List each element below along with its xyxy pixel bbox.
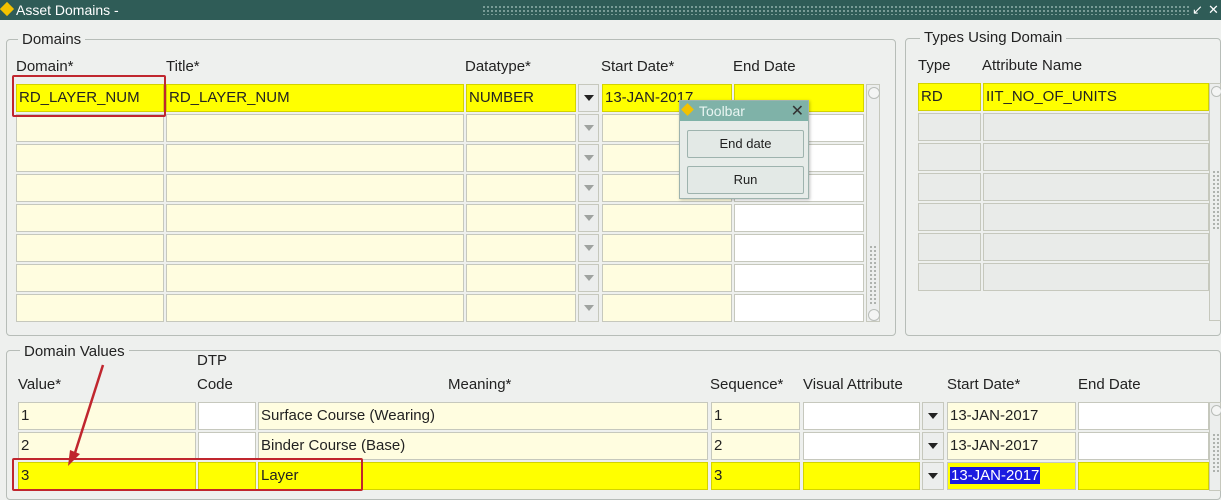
arrow-line: [72, 364, 105, 457]
arrow-head: [68, 450, 80, 466]
annotation-arrow: [68, 364, 105, 466]
